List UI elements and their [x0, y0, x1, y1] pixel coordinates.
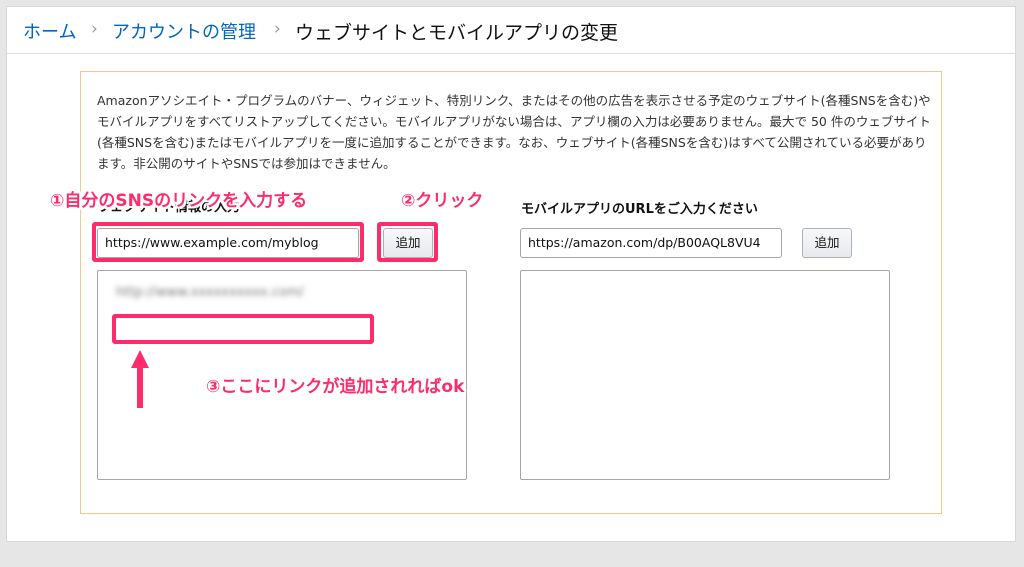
breadcrumb-account-link[interactable]: アカウントの管理: [112, 18, 256, 44]
step2-annotation: ②クリック: [401, 191, 484, 211]
up-arrow-icon: [131, 350, 149, 408]
add-button-highlight-box: [377, 222, 438, 262]
breadcrumb-home-link[interactable]: ホーム: [23, 18, 76, 44]
sites-panel: Amazonアソシエイト・プログラムのバナー、ウィジェット、特別リンク、またはそ…: [50, 71, 942, 514]
mobile-app-list[interactable]: [520, 270, 890, 480]
instructions-text: Amazonアソシエイト・プログラムのバナー、ウィジェット、特別リンク、またはそ…: [97, 93, 931, 171]
mobile-app-label: モバイルアプリのURLをご入力ください: [521, 202, 758, 217]
page-title: ウェブサイトとモバイルアプリの変更: [295, 22, 619, 44]
step3-annotation: ③ここにリンクが追加されればok: [206, 377, 465, 397]
breadcrumb-separator: ›: [91, 19, 98, 39]
page: ホーム › アカウントの管理 › ウェブサイトとモバイルアプリの変更 Amazo…: [6, 6, 1016, 542]
input-highlight-box: [92, 222, 364, 262]
step1-annotation: ①自分のSNSのリンクを入力する: [50, 191, 308, 211]
breadcrumb-separator: ›: [274, 19, 281, 39]
added-link-highlight-box: [112, 314, 374, 344]
add-mobile-app-button[interactable]: 追加: [802, 228, 852, 258]
website-list-item: http://www.xxxxxxxxxx.com/: [116, 285, 304, 300]
mobile-app-url-input[interactable]: https://amazon.com/dp/B00AQL8VU4: [520, 228, 782, 258]
breadcrumb: ホーム › アカウントの管理 › ウェブサイトとモバイルアプリの変更: [7, 7, 1015, 54]
